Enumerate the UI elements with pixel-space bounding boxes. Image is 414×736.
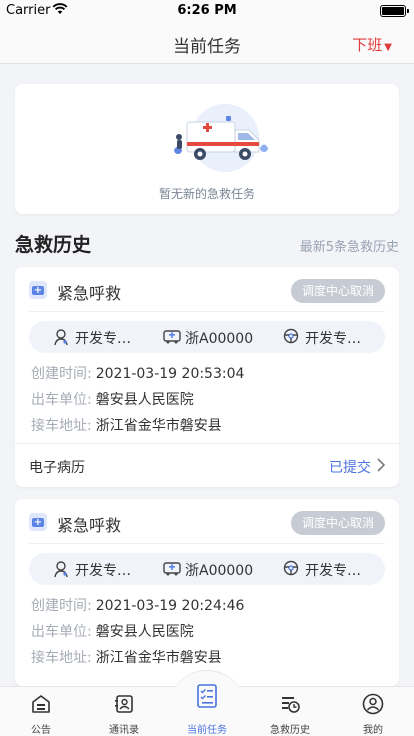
record-header: 紧急呼救 调度中心取消 [15,499,399,543]
record-header: 紧急呼救 调度中心取消 [15,267,399,311]
tab-label: 通讯录 [109,725,139,736]
dispatch-unit-label: 出车单位: [31,624,92,640]
dispatch-unit-value: 磐安县人民医院 [95,392,194,408]
pickup-address-row: 接车地址: 浙江省金华市磐安县 [31,647,222,667]
off-duty-label: 下班 [352,36,383,54]
battery-icon [380,5,409,17]
tab-profile[interactable]: 我的 [332,687,414,736]
dispatch-unit-value: 磐安县人民医院 [95,624,194,640]
tab-contacts[interactable]: 通讯录 [83,687,165,736]
tab-announcement[interactable]: 公告 [0,687,82,736]
doctor-icon [54,329,68,346]
history-record-card[interactable]: 紧急呼救 调度中心取消 开发专… 浙A00000 [15,267,399,487]
ambulance-illustration [174,104,268,172]
doctor-name: 开发专… [75,331,131,347]
crew-info-bar: 开发专… 浙A00000 开发专… [29,553,385,585]
dispatch-unit-label: 出车单位: [31,392,92,408]
tab-bar: 公告 通讯录 当前任务 急救历史 我的 [0,670,414,736]
medical-kit-icon [29,513,47,531]
status-badge: 调度中心取消 [291,279,385,303]
emr-row[interactable]: 电子病历 已提交 [15,443,399,487]
pickup-address-value: 浙江省金华市磐安县 [95,418,222,434]
status-badge: 调度中心取消 [291,511,385,535]
tab-rescue-history[interactable]: 急救历史 [249,687,331,736]
driver-name: 开发专… [305,331,361,347]
pickup-address-label: 接车地址: [31,418,92,434]
created-time-row: 创建时间: 2021-03-19 20:53:04 [31,363,244,383]
pickup-address-label: 接车地址: [31,650,92,666]
vehicle-plate: 浙A00000 [185,331,254,347]
chevron-right-icon [377,458,385,472]
dispatch-unit-row: 出车单位: 磐安县人民医院 [31,389,194,409]
steering-wheel-icon [283,560,299,576]
emr-status: 已提交 [329,460,371,476]
pickup-address-value: 浙江省金华市磐安县 [95,650,222,666]
contacts-icon [115,695,133,713]
vehicle-plate: 浙A00000 [185,563,254,579]
created-time-row: 创建时间: 2021-03-19 20:24:46 [31,595,244,615]
empty-task-card: 暂无新的急救任务 [15,84,399,214]
current-task-icon [197,684,217,708]
history-record-card[interactable]: 紧急呼救 调度中心取消 开发专… 浙A00000 [15,499,399,686]
navigation-bar: 当前任务 下班 ▼ [0,22,414,64]
driver-name: 开发专… [305,563,361,579]
history-subtitle: 最新5条急救历史 [299,240,399,255]
caret-down-icon: ▼ [384,42,392,53]
doctor-icon [54,561,68,578]
tab-label: 我的 [363,725,383,736]
doctor-name: 开发专… [75,563,131,579]
pickup-address-row: 接车地址: 浙江省金华市磐安县 [31,415,222,435]
dispatch-unit-row: 出车单位: 磐安县人民医院 [31,621,194,641]
created-time-label: 创建时间: [31,598,92,614]
divider [29,311,385,312]
steering-wheel-icon [283,328,299,344]
history-title: 急救历史 [15,234,92,256]
created-time-value: 2021-03-19 20:24:46 [95,598,245,614]
status-bar: Carrier 6:26 PM [0,0,414,22]
emr-label: 电子病历 [29,460,85,476]
divider [29,543,385,544]
clock: 6:26 PM [177,3,237,18]
tab-label: 急救历史 [270,725,310,736]
history-icon [282,697,300,713]
tab-current-task[interactable]: 当前任务 [166,684,248,736]
profile-icon [362,693,384,715]
crew-info-bar: 开发专… 浙A00000 开发专… [29,321,385,353]
tab-label: 当前任务 [187,725,227,736]
ambulance-icon [163,330,181,344]
announcement-icon [32,695,50,713]
ambulance-icon [163,562,181,576]
tab-label: 公告 [31,725,51,736]
record-type: 紧急呼救 [57,284,122,303]
created-time-label: 创建时间: [31,366,92,382]
empty-state-text: 暂无新的急救任务 [158,187,255,201]
medical-kit-icon [29,281,47,299]
record-type: 紧急呼救 [57,516,122,535]
created-time-value: 2021-03-19 20:53:04 [95,366,245,382]
off-duty-button[interactable]: 下班 ▼ [352,34,392,55]
